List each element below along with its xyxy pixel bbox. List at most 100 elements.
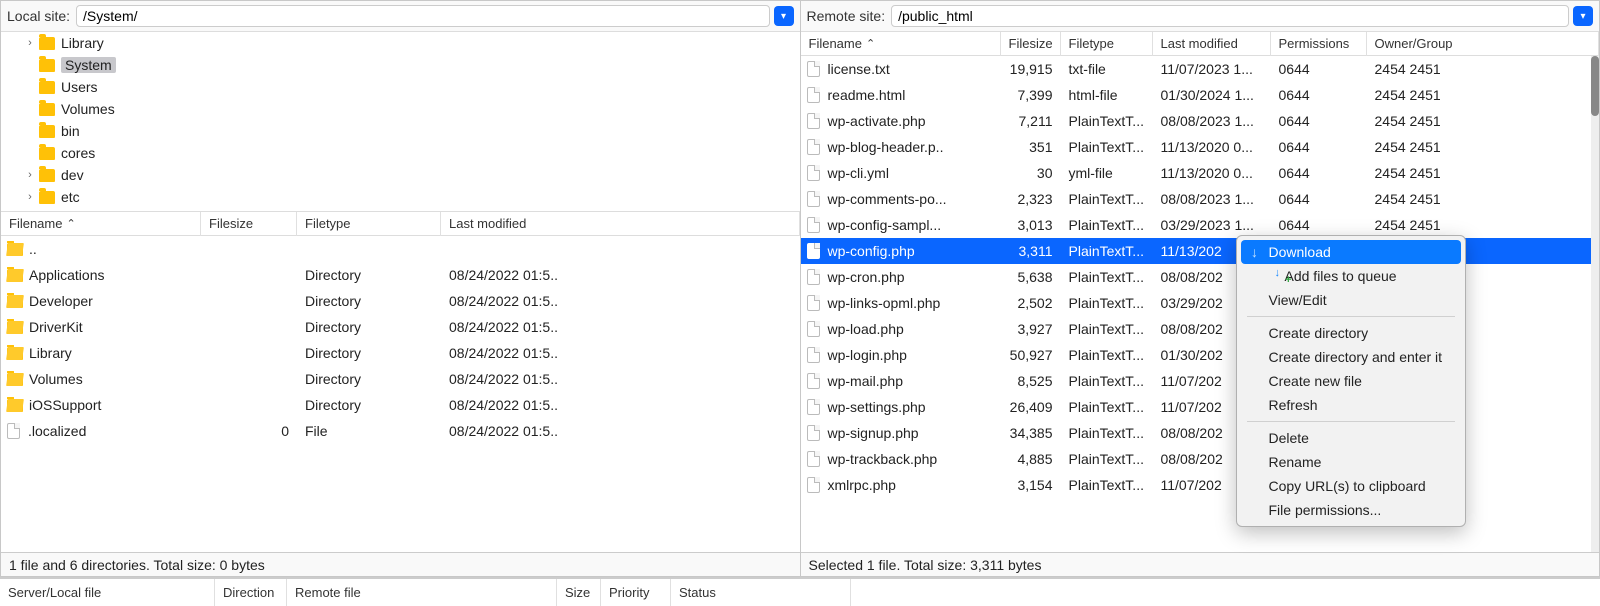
file-row[interactable]: wp-cli.yml 30 yml-file 11/13/2020 0... 0… [801, 160, 1600, 186]
header-filename[interactable]: Filename⌃ [801, 32, 1001, 56]
queue-header-remote[interactable]: Remote file [287, 579, 557, 606]
file-modified: 08/24/2022 01:5.. [441, 397, 800, 413]
disclosure-icon[interactable]: › [23, 37, 37, 49]
menu-item[interactable]: ↓Download [1241, 240, 1461, 264]
header-filename[interactable]: Filename⌃ [1, 212, 201, 236]
file-row[interactable]: wp-cron.php 5,638 PlainTextT... 08/08/20… [801, 264, 1600, 290]
file-row[interactable]: license.txt 19,915 txt-file 11/07/2023 1… [801, 56, 1600, 82]
file-row[interactable]: wp-links-opml.php 2,502 PlainTextT... 03… [801, 290, 1600, 316]
file-row[interactable]: wp-settings.php 26,409 PlainTextT... 11/… [801, 394, 1600, 420]
tree-item[interactable]: Users [1, 76, 800, 98]
tree-item[interactable]: Volumes [1, 98, 800, 120]
file-size: 3,013 [1001, 217, 1061, 233]
file-permissions: 0644 [1271, 87, 1367, 103]
header-permissions[interactable]: Permissions [1271, 32, 1367, 56]
file-row[interactable]: wp-blog-header.p.. 351 PlainTextT... 11/… [801, 134, 1600, 160]
file-row[interactable]: wp-mail.php 8,525 PlainTextT... 11/07/20… [801, 368, 1600, 394]
file-name: wp-config-sampl... [828, 217, 942, 233]
menu-item[interactable]: File permissions... [1241, 498, 1461, 522]
local-file-list[interactable]: .. Applications Directory 08/24/2022 01:… [1, 236, 800, 552]
file-permissions: 0644 [1271, 139, 1367, 155]
menu-item[interactable]: Refresh [1241, 393, 1461, 417]
file-row[interactable]: Library Directory 08/24/2022 01:5.. [1, 340, 800, 366]
file-row[interactable]: wp-trackback.php 4,885 PlainTextT... 08/… [801, 446, 1600, 472]
menu-item[interactable]: Create directory [1241, 321, 1461, 345]
file-row[interactable]: Developer Directory 08/24/2022 01:5.. [1, 288, 800, 314]
file-row[interactable]: .localized 0 File 08/24/2022 01:5.. [1, 418, 800, 444]
local-tree[interactable]: ›LibrarySystemUsersVolumesbincores›dev›e… [1, 32, 800, 212]
file-icon [807, 347, 820, 363]
menu-item[interactable]: Rename [1241, 450, 1461, 474]
header-owner[interactable]: Owner/Group [1367, 32, 1600, 56]
file-modified: 08/24/2022 01:5.. [441, 371, 800, 387]
queue-header-status[interactable]: Status [671, 579, 851, 606]
disclosure-icon[interactable]: › [23, 169, 37, 181]
local-status-bar: 1 file and 6 directories. Total size: 0 … [1, 552, 800, 576]
file-row[interactable]: readme.html 7,399 html-file 01/30/2024 1… [801, 82, 1600, 108]
file-row[interactable]: wp-signup.php 34,385 PlainTextT... 08/08… [801, 420, 1600, 446]
file-permissions: 0644 [1271, 191, 1367, 207]
header-filetype[interactable]: Filetype [1061, 32, 1153, 56]
tree-item[interactable]: ›Library [1, 32, 800, 54]
queue-header-priority[interactable]: Priority [601, 579, 671, 606]
file-owner: 2454 2451 [1367, 61, 1600, 77]
tree-item[interactable]: cores [1, 142, 800, 164]
header-last-modified[interactable]: Last modified [441, 212, 800, 236]
remote-panel: Remote site: ▾ Filename⌃ Filesize Filety… [800, 0, 1600, 577]
file-row[interactable]: wp-login.php 50,927 PlainTextT... 01/30/… [801, 342, 1600, 368]
file-row[interactable]: wp-config-sampl... 3,013 PlainTextT... 0… [801, 212, 1600, 238]
scrollbar-thumb[interactable] [1591, 56, 1599, 116]
file-name: readme.html [828, 87, 906, 103]
file-row[interactable]: xmlrpc.php 3,154 PlainTextT... 11/07/202 [801, 472, 1600, 498]
header-filesize[interactable]: Filesize [1001, 32, 1061, 56]
file-row[interactable]: wp-load.php 3,927 PlainTextT... 08/08/20… [801, 316, 1600, 342]
tree-item[interactable]: ›etc [1, 186, 800, 208]
scrollbar[interactable] [1591, 56, 1599, 552]
tree-item[interactable]: ›dev [1, 164, 800, 186]
tree-item[interactable]: bin [1, 120, 800, 142]
menu-item[interactable]: Create directory and enter it [1241, 345, 1461, 369]
file-name: xmlrpc.php [828, 477, 896, 493]
remote-path-dropdown[interactable]: ▾ [1573, 6, 1593, 26]
file-name: wp-comments-po... [828, 191, 947, 207]
remote-path-input[interactable] [891, 5, 1569, 27]
file-row[interactable]: Volumes Directory 08/24/2022 01:5.. [1, 366, 800, 392]
local-path-input[interactable] [76, 5, 769, 27]
queue-header-server[interactable]: Server/Local file [0, 579, 215, 606]
file-type: yml-file [1061, 165, 1153, 181]
file-size: 2,502 [1001, 295, 1061, 311]
file-row[interactable]: iOSSupport Directory 08/24/2022 01:5.. [1, 392, 800, 418]
file-row[interactable]: wp-activate.php 7,211 PlainTextT... 08/0… [801, 108, 1600, 134]
menu-item[interactable]: Delete [1241, 426, 1461, 450]
transfer-queue-headers: Server/Local file Direction Remote file … [0, 578, 1600, 606]
header-last-modified[interactable]: Last modified [1153, 32, 1271, 56]
queue-header-direction[interactable]: Direction [215, 579, 287, 606]
file-name: wp-load.php [828, 321, 904, 337]
menu-item[interactable]: View/Edit [1241, 288, 1461, 312]
queue-header-size[interactable]: Size [557, 579, 601, 606]
menu-item[interactable]: Create new file [1241, 369, 1461, 393]
file-row[interactable]: wp-config.php 3,311 PlainTextT... 11/13/… [801, 238, 1600, 264]
header-filetype[interactable]: Filetype [297, 212, 441, 236]
file-modified: 11/07/2023 1... [1153, 61, 1271, 77]
context-menu[interactable]: ↓Download↓+Add files to queueView/Edit Cr… [1236, 235, 1466, 527]
file-row[interactable]: DriverKit Directory 08/24/2022 01:5.. [1, 314, 800, 340]
disclosure-icon[interactable]: › [23, 191, 37, 203]
menu-item[interactable]: ↓+Add files to queue [1241, 264, 1461, 288]
file-icon [807, 139, 820, 155]
local-path-dropdown[interactable]: ▾ [774, 6, 794, 26]
tree-item[interactable]: System [1, 54, 800, 76]
file-row[interactable]: wp-comments-po... 2,323 PlainTextT... 08… [801, 186, 1600, 212]
remote-file-headers: Filename⌃ Filesize Filetype Last modifie… [801, 32, 1600, 56]
remote-file-list[interactable]: license.txt 19,915 txt-file 11/07/2023 1… [801, 56, 1600, 552]
file-row[interactable]: Applications Directory 08/24/2022 01:5.. [1, 262, 800, 288]
header-filesize[interactable]: Filesize [201, 212, 297, 236]
file-name: Volumes [29, 371, 83, 387]
file-modified: 03/29/2023 1... [1153, 217, 1271, 233]
file-icon [807, 87, 820, 103]
file-modified: 08/24/2022 01:5.. [441, 293, 800, 309]
menu-item-label: Download [1269, 244, 1331, 260]
file-row[interactable]: .. [1, 236, 800, 262]
file-modified: 08/08/2023 1... [1153, 191, 1271, 207]
menu-item[interactable]: Copy URL(s) to clipboard [1241, 474, 1461, 498]
